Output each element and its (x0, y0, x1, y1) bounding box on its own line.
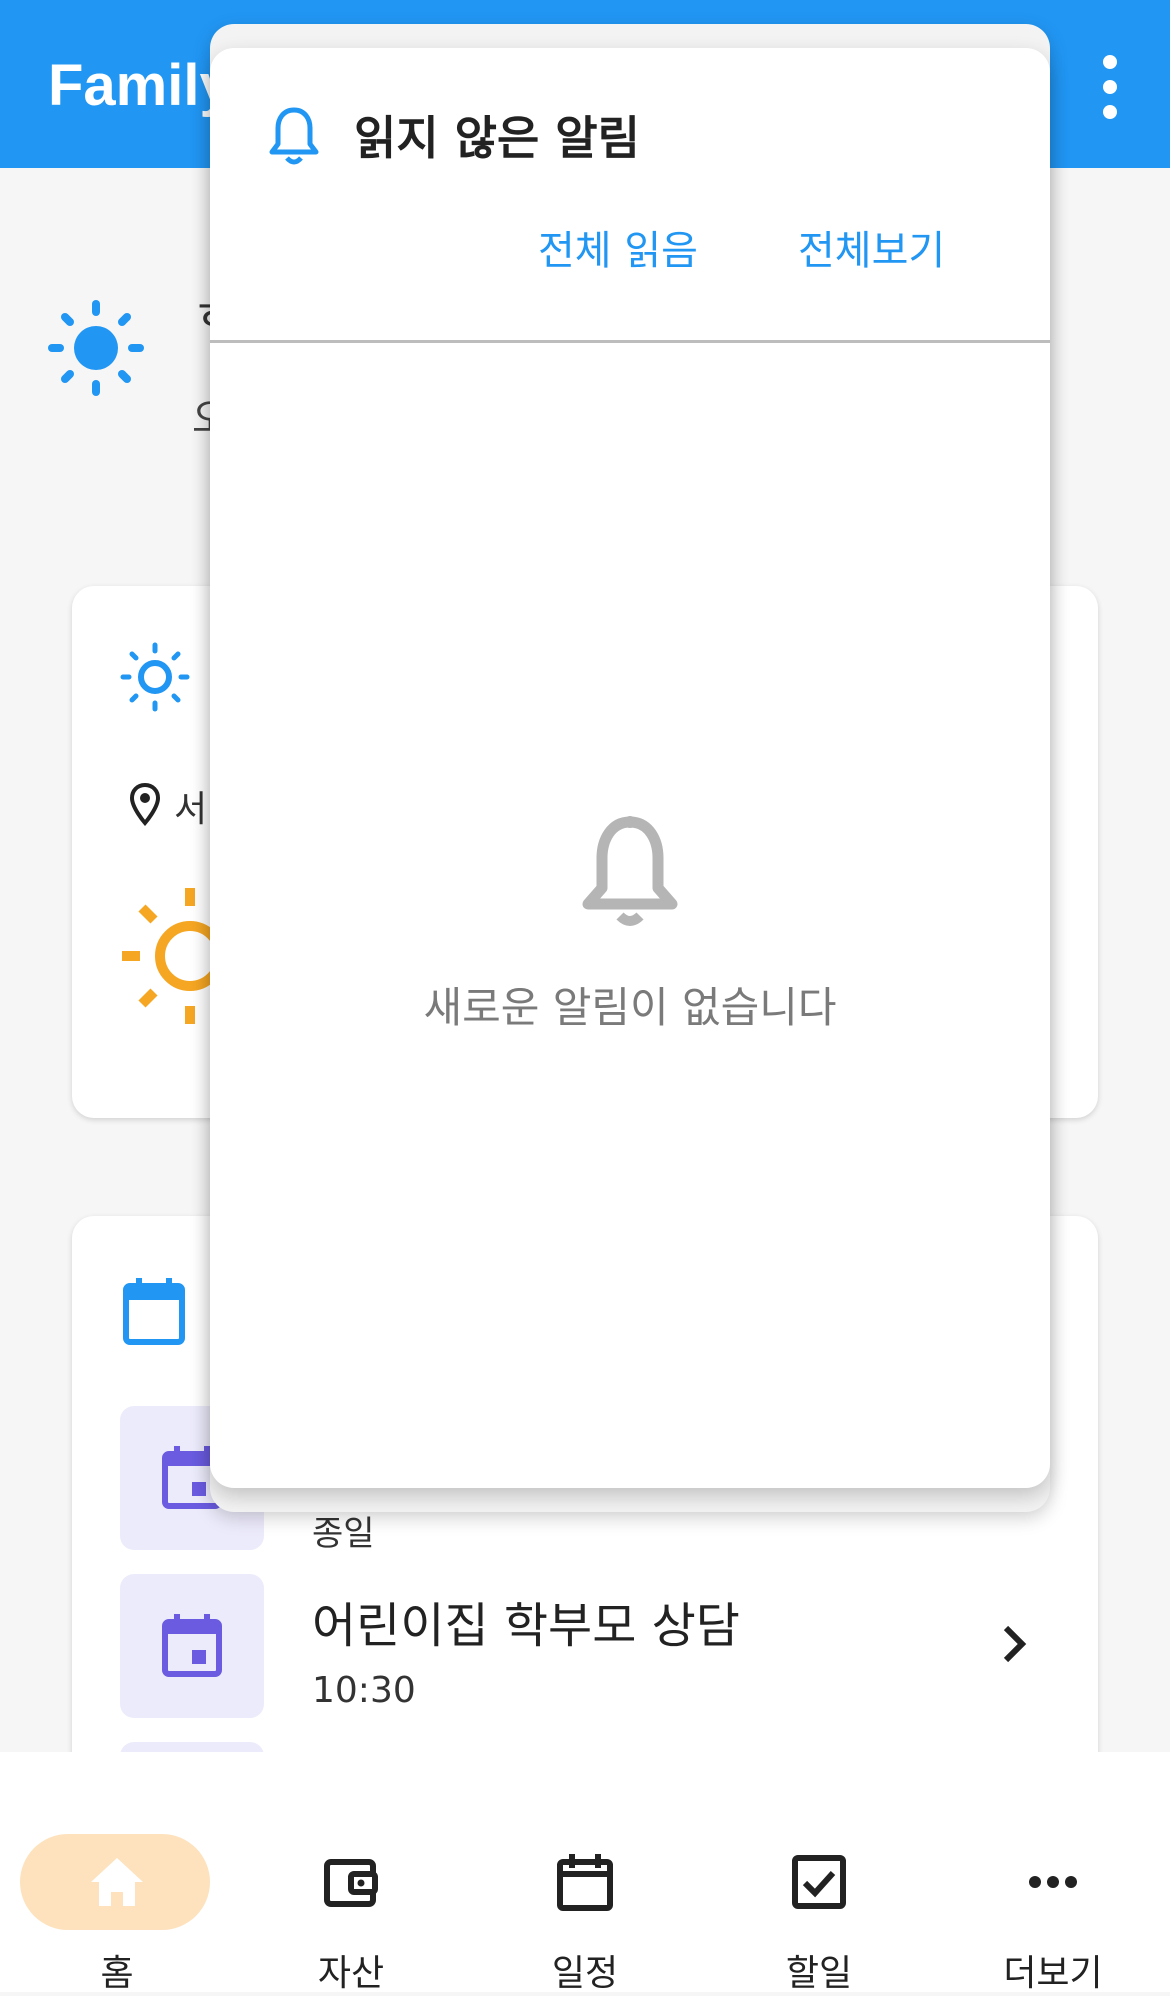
schedule-item-time: 10:30 (312, 1670, 416, 1711)
nav-label-home: 홈 (100, 1953, 134, 1994)
empty-message: 새로운 알림이 없습니다 (423, 983, 837, 1032)
divider (210, 340, 1050, 343)
bottom-navigation: 홈 자산 일정 할일 더보기 (0, 1752, 1170, 1994)
more-vert-icon[interactable] (1090, 52, 1130, 122)
popup-title: 읽지 않은 알림 (354, 111, 640, 165)
checkbox-icon (792, 1855, 846, 1909)
notifications-popup: 읽지 않은 알림 전체 읽음 전체보기 새로운 알림이 없습니다 (210, 48, 1050, 1488)
view-all-button[interactable]: 전체보기 (798, 218, 945, 276)
wallet-icon (324, 1859, 378, 1907)
home-icon (91, 1858, 143, 1906)
nav-item-more[interactable]: 더보기 (936, 1792, 1170, 1994)
location-pin-icon (129, 782, 161, 826)
nav-item-assets[interactable]: 자산 (234, 1792, 468, 1994)
calendar-icon (123, 1278, 185, 1345)
location-label: 서 (174, 789, 208, 830)
nav-label-schedule: 일정 (551, 1953, 619, 1994)
nav-item-home[interactable]: 홈 (0, 1792, 234, 1994)
sun-icon (48, 300, 144, 396)
schedule-item-title[interactable]: 어린이집 학부모 상담 (312, 1586, 740, 1656)
mark-all-read-button[interactable]: 전체 읽음 (538, 218, 698, 276)
event-icon (162, 1614, 222, 1677)
schedule-item-icon-box (120, 1574, 264, 1718)
nav-label-assets: 자산 (317, 1953, 385, 1994)
schedule-item-time: 종일 (312, 1514, 375, 1554)
chevron-right-icon[interactable] (1000, 1624, 1030, 1664)
bell-icon (269, 107, 319, 165)
more-horiz-icon (1029, 1876, 1077, 1888)
nav-item-schedule[interactable]: 일정 (468, 1792, 702, 1994)
bell-empty-icon (582, 816, 678, 926)
app-title: Family (48, 53, 232, 118)
sun-outline-icon (120, 642, 190, 712)
calendar-icon (557, 1854, 613, 1911)
nav-label-more: 더보기 (1003, 1953, 1103, 1994)
nav-label-todo: 할일 (785, 1953, 853, 1994)
nav-item-todo[interactable]: 할일 (702, 1792, 936, 1994)
